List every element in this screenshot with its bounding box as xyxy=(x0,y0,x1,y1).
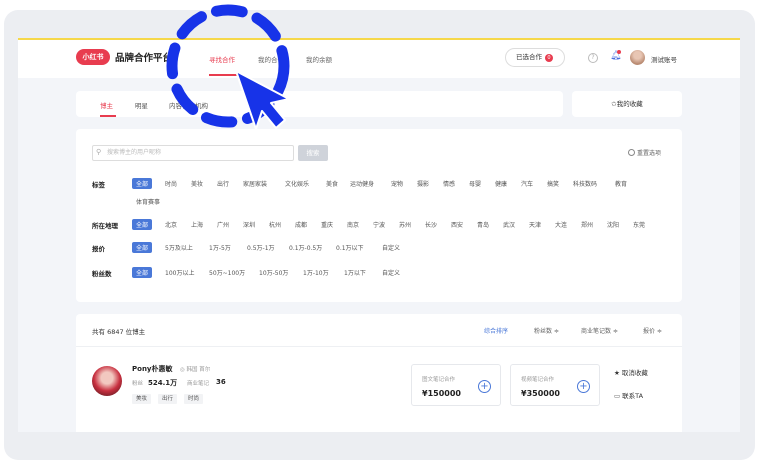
click-hint-overlay xyxy=(166,4,290,130)
